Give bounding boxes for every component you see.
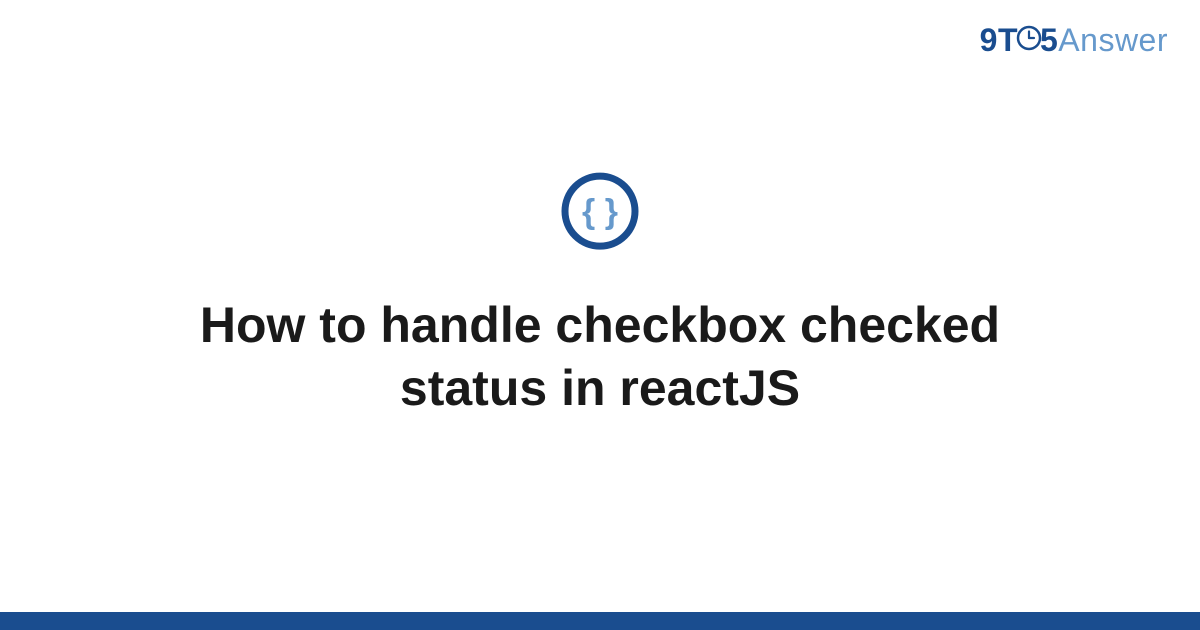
code-braces-icon: { } — [560, 171, 640, 251]
logo-t: T — [998, 22, 1018, 58]
svg-text:{ }: { } — [582, 193, 618, 231]
site-logo: 9T5Answer — [980, 22, 1168, 61]
logo-five: 5 — [1040, 22, 1058, 58]
logo-nine: 9 — [980, 22, 998, 58]
page-title: How to handle checkbox checked status in… — [125, 294, 1075, 419]
logo-answer: Answer — [1058, 22, 1168, 58]
footer-bar — [0, 612, 1200, 630]
clock-icon — [1016, 22, 1042, 59]
main-content: { } How to handle checkbox checked statu… — [0, 171, 1200, 419]
